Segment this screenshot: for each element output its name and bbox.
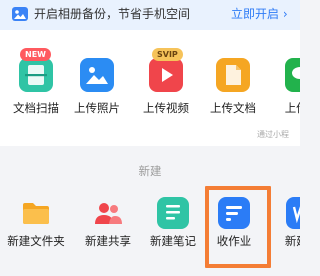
photo-icon (80, 58, 114, 92)
new-folder-tile[interactable]: 新建文件夹 (4, 183, 68, 273)
highlight-frame (205, 186, 271, 268)
video-icon (149, 58, 183, 92)
new-word-tile[interactable]: 新建W (270, 183, 300, 273)
app-root: 开启相册备份，节省手机空间 立即开启 › NEW 文档扫描 上传照片 SVIP … (0, 0, 300, 276)
document-icon (216, 58, 250, 92)
backup-banner[interactable]: 开启相册备份，节省手机空间 立即开启 › (0, 0, 300, 30)
folder-icon (20, 197, 52, 229)
new-share-tile[interactable]: 新建共享 (76, 183, 140, 273)
svip-badge: SVIP (152, 48, 183, 61)
upload-video-tile[interactable]: SVIP 上传视频 (134, 48, 198, 138)
upload-wechat-tile[interactable]: 上传微 (270, 48, 300, 138)
new-badge: NEW (20, 48, 51, 61)
enable-backup-link[interactable]: 立即开启 › (231, 6, 288, 22)
photo-icon (12, 7, 28, 21)
wechat-icon (285, 58, 300, 92)
banner-text: 开启相册备份，节省手机空间 (34, 7, 191, 21)
create-section-title: 新建 (138, 164, 162, 178)
mini-program-note: 通过小程 (257, 130, 289, 139)
tile-label: 上传照片 (74, 101, 120, 115)
scan-document-tile[interactable]: NEW 文档扫描 (4, 48, 68, 138)
tile-label: 上传微 (284, 101, 300, 115)
share-people-icon (92, 197, 124, 229)
upload-photo-tile[interactable]: 上传照片 (65, 48, 129, 138)
upload-card: NEW 文档扫描 上传照片 SVIP 上传视频 上传文档 上 通过小程 (0, 30, 300, 146)
word-icon (286, 197, 300, 229)
note-icon (157, 197, 189, 229)
tile-label: 新建文件夹 (7, 234, 65, 248)
new-note-tile[interactable]: 新建笔记 (141, 183, 205, 273)
upload-document-tile[interactable]: 上传文档 (201, 48, 265, 138)
scan-icon (19, 58, 53, 92)
tile-label: 上传视频 (143, 101, 189, 115)
tile-label: 上传文档 (210, 101, 256, 115)
